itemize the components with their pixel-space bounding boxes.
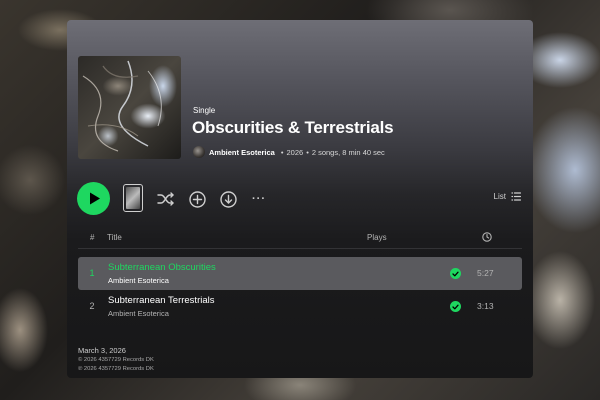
download-icon bbox=[219, 190, 237, 208]
plus-circle-icon bbox=[188, 190, 206, 208]
action-bar: ··· List bbox=[77, 180, 523, 216]
list-icon bbox=[511, 192, 521, 201]
column-title-header: Title bbox=[107, 233, 122, 242]
column-duration-header bbox=[482, 232, 492, 244]
meta-separator: • bbox=[306, 147, 309, 157]
album-meta: Ambient Esoterica • 2026 • 2 songs, 8 mi… bbox=[193, 145, 385, 159]
album-cover-art[interactable] bbox=[78, 56, 181, 159]
shuffle-icon bbox=[157, 192, 174, 206]
meta-separator: • bbox=[280, 147, 284, 157]
column-plays-header: Plays bbox=[367, 233, 387, 242]
shuffle-button[interactable] bbox=[157, 190, 175, 208]
more-options-button[interactable]: ··· bbox=[249, 190, 269, 208]
track-duration: 5:27 bbox=[477, 268, 494, 278]
track-artist[interactable]: Ambient Esoterica bbox=[108, 309, 169, 318]
add-to-library-button[interactable] bbox=[188, 190, 206, 208]
track-row[interactable]: 1 Subterranean Obscurities Ambient Esote… bbox=[78, 257, 522, 290]
download-button[interactable] bbox=[219, 190, 237, 208]
clock-icon bbox=[482, 232, 492, 242]
track-number: 1 bbox=[89, 268, 95, 278]
album-window: Single Obscurities & Terrestrials Ambien… bbox=[67, 20, 533, 378]
track-number: 2 bbox=[89, 301, 95, 311]
saved-check-icon[interactable] bbox=[450, 301, 461, 312]
play-button[interactable] bbox=[77, 182, 110, 215]
track-title[interactable]: Subterranean Terrestrials bbox=[108, 295, 215, 306]
release-date: March 3, 2026 bbox=[78, 346, 126, 355]
preview-cover-button[interactable] bbox=[123, 184, 143, 212]
album-title: Obscurities & Terrestrials bbox=[192, 118, 394, 137]
copyright-notice: © 2026 4357729 Records DK bbox=[78, 357, 154, 363]
view-mode-toggle[interactable]: List bbox=[494, 192, 521, 201]
album-summary: 2 songs, 8 min 40 sec bbox=[311, 147, 385, 157]
column-number-header: # bbox=[90, 233, 95, 242]
view-mode-label: List bbox=[493, 192, 506, 201]
tracklist-header: # Title Plays bbox=[78, 226, 522, 249]
release-type-label: Single bbox=[193, 106, 216, 115]
track-row[interactable]: 2 Subterranean Terrestrials Ambient Esot… bbox=[78, 290, 522, 323]
track-duration: 3:13 bbox=[477, 301, 494, 311]
track-artist[interactable]: Ambient Esoterica bbox=[108, 276, 169, 285]
more-dots-icon: ··· bbox=[252, 193, 266, 205]
saved-check-icon[interactable] bbox=[450, 268, 461, 279]
preview-cover-thumbnail bbox=[126, 187, 140, 209]
artist-avatar[interactable] bbox=[193, 146, 205, 158]
artist-link[interactable]: Ambient Esoterica bbox=[209, 148, 275, 157]
phonographic-copyright-notice: ℗ 2026 4357729 Records DK bbox=[78, 366, 154, 372]
release-year: 2026 bbox=[286, 147, 304, 157]
play-icon bbox=[89, 192, 100, 205]
track-title[interactable]: Subterranean Obscurities bbox=[108, 262, 216, 273]
